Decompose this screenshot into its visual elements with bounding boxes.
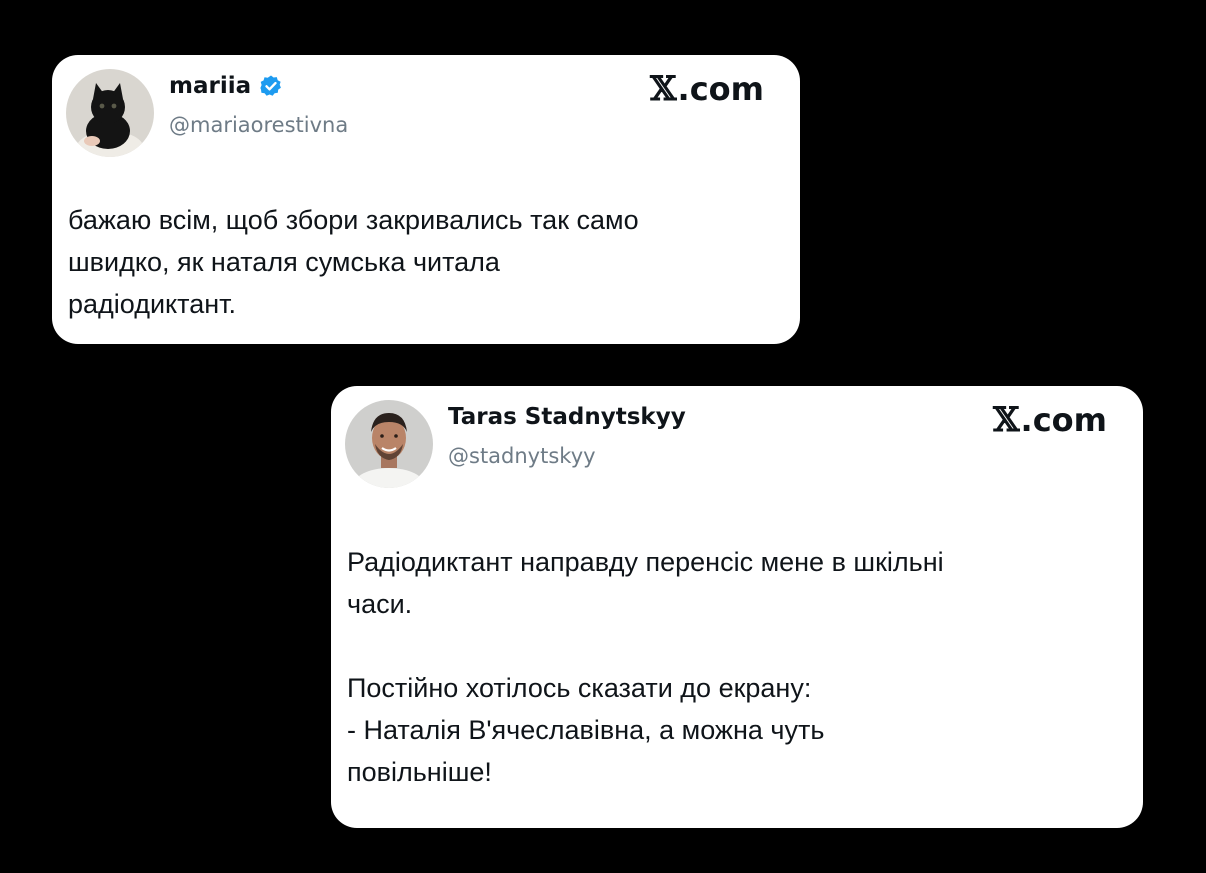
black-kitten-avatar-icon [66,69,154,157]
display-name[interactable]: mariia [169,73,251,99]
verified-badge-icon [260,75,282,96]
display-name[interactable]: Taras Stadnytskyy [448,404,686,430]
tweet-card-taras[interactable]: Taras Stadnytskyy @stadnytskyy 𝕏 .com Рад… [331,386,1143,828]
x-logo-icon: 𝕏 .com [650,69,764,109]
author-row: Taras Stadnytskyy [448,404,686,430]
x-glyph-icon: 𝕏 [650,69,677,109]
x-glyph-icon: 𝕏 [993,400,1020,440]
author-row: mariia [169,73,283,99]
x-logo-icon: 𝕏 .com [993,400,1107,440]
brand-domain: .com [677,70,764,108]
handle[interactable]: @mariaorestivna [169,113,348,137]
tweet-card-mariia[interactable]: mariia @mariaorestivna 𝕏 .com бажаю всім,… [52,55,800,344]
tweet-text: Радіодиктант направду перенсіс мене в шк… [347,547,944,787]
handle[interactable]: @stadnytskyy [448,444,596,468]
tweet-text: бажаю всім, щоб збори закривались так са… [68,205,639,319]
man-portrait-avatar-icon [345,400,433,488]
brand-domain: .com [1020,401,1107,439]
avatar[interactable] [66,69,154,157]
avatar[interactable] [345,400,433,488]
